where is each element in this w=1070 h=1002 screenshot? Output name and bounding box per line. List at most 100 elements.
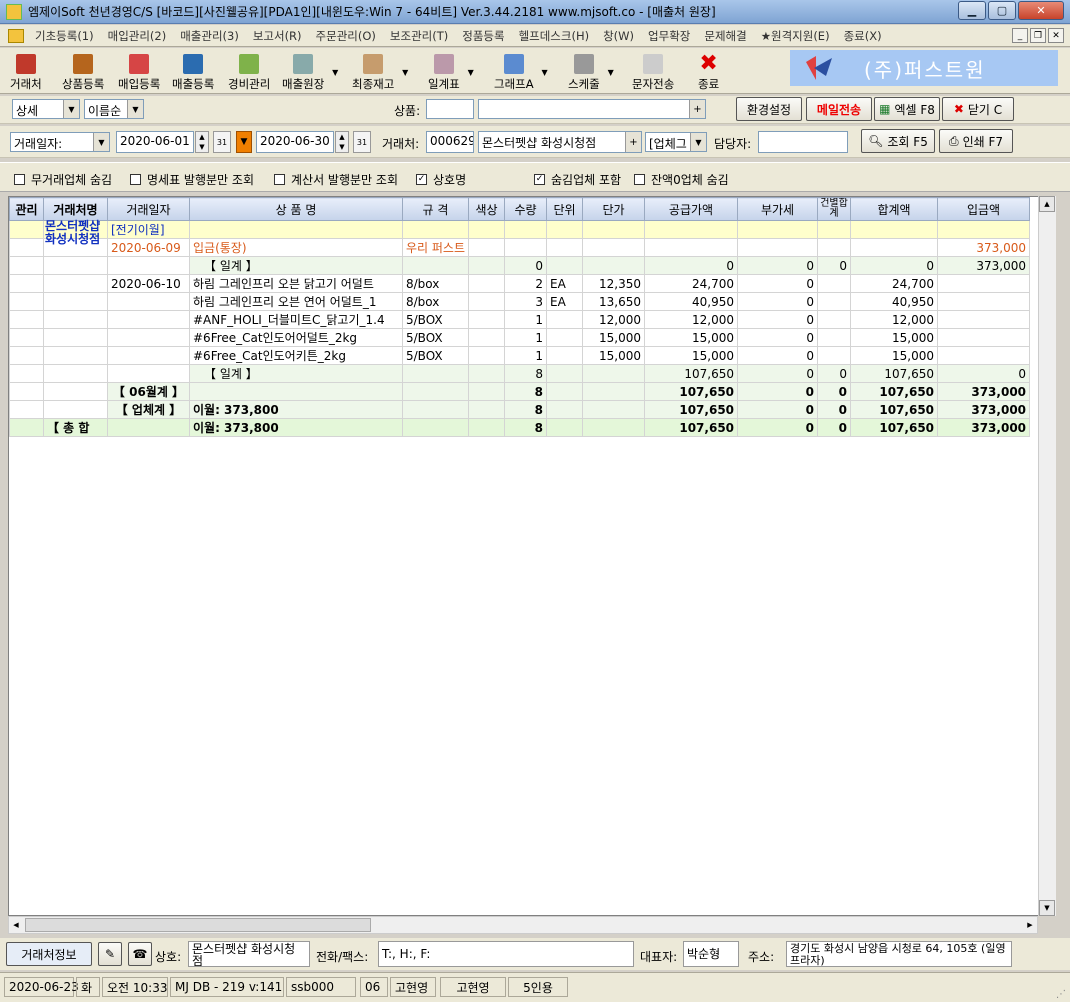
- client-group-select[interactable]: [업체그 ▼: [645, 132, 707, 152]
- phone-icon[interactable]: ☎: [128, 942, 152, 966]
- vertical-scrollbar[interactable]: ▲ ▼: [1038, 196, 1056, 916]
- mdi-close-button[interactable]: ✕: [1048, 28, 1064, 43]
- column-header[interactable]: 규 격: [401, 197, 470, 221]
- edit-client-icon[interactable]: ✎: [98, 942, 122, 966]
- table-row[interactable]: 2020-06-10 하림 그레인프리 오븐 닭고기 어덜트 8/box 2 EA 12,…: [9, 274, 1031, 293]
- column-header[interactable]: 부가세: [737, 197, 819, 221]
- company-name-checkbox[interactable]: ✓ 상호명: [416, 171, 466, 188]
- ledger-grid[interactable]: 관리 거래처명 거래일자 상 품 명규 격 색상 수량 단위 단가 공급가액 부가세 건별합계 합계액…: [8, 196, 1056, 916]
- toolbar-stock-button[interactable]: 최종재고 ▼: [352, 50, 408, 92]
- client-name-input[interactable]: 몬스터펫샵 화성시청점 +: [478, 131, 642, 153]
- calendar-icon[interactable]: 31: [213, 131, 231, 153]
- mdi-minimize-button[interactable]: _: [1012, 28, 1028, 43]
- date-to-spinner[interactable]: ▲ ▼: [335, 131, 349, 153]
- column-header[interactable]: 색상: [468, 197, 506, 221]
- table-row[interactable]: [전기이월]: [9, 220, 1031, 239]
- date-to-input[interactable]: 2020-06-30: [256, 131, 334, 153]
- scroll-thumb[interactable]: [25, 918, 371, 932]
- column-header[interactable]: 관리: [9, 197, 44, 221]
- table-row[interactable]: 【 06월계 】 8 107,650 0 0 107,650 373,000: [9, 382, 1031, 401]
- menu-item[interactable]: 문제해결: [697, 28, 753, 44]
- print-button[interactable]: ⎙ 인쇄 F7: [939, 129, 1013, 153]
- resize-grip-icon[interactable]: ⋰: [1056, 989, 1066, 1000]
- menu-item[interactable]: 주문관리(O): [309, 28, 383, 44]
- settings-button[interactable]: 환경설정: [736, 97, 802, 121]
- column-header[interactable]: 거래일자: [107, 197, 190, 221]
- menu-item[interactable]: 보고서(R): [246, 28, 309, 44]
- column-header[interactable]: 공급가액: [644, 197, 739, 221]
- search-button[interactable]: 🔍︎ 조회 F5: [861, 129, 935, 153]
- menu-item[interactable]: 업무확장: [641, 28, 697, 44]
- menu-item[interactable]: ★원격지원(E): [754, 28, 837, 44]
- toolbar-client-button[interactable]: 거래처: [10, 50, 42, 92]
- menu-item[interactable]: 종료(X): [837, 28, 889, 44]
- menu-item[interactable]: 창(W): [596, 28, 641, 44]
- menu-item[interactable]: 보조관리(T): [383, 28, 455, 44]
- mdi-restore-button[interactable]: ❐: [1030, 28, 1046, 43]
- table-row[interactable]: #ANF_HOLI_더블미트C_닭고기_1.4 5/BOX 1 12,000 12,00…: [9, 310, 1031, 329]
- product-code-input[interactable]: [426, 99, 474, 119]
- sort-select[interactable]: 이름순 ▼: [84, 99, 144, 119]
- menu-item[interactable]: 정품등록: [455, 28, 511, 44]
- table-row[interactable]: 【 일계 】 0 0 0 0 0 373,000: [9, 256, 1031, 275]
- date-from-input[interactable]: 2020-06-01: [116, 131, 194, 153]
- table-cell: [107, 256, 190, 275]
- client-code-input[interactable]: 000629: [426, 131, 474, 153]
- column-header[interactable]: 상 품 명: [189, 197, 403, 221]
- table-row[interactable]: 2020-06-09 입금(통장) 우리 퍼스트 373,000: [9, 238, 1031, 257]
- menu-item[interactable]: 헬프데스크(H): [512, 28, 597, 44]
- column-header[interactable]: 단가: [582, 197, 646, 221]
- close-button[interactable]: ✖ 닫기 C: [942, 97, 1014, 121]
- table-row[interactable]: 【 일계 】 8 107,650 0 0 107,650 0: [9, 364, 1031, 383]
- calendar-icon[interactable]: 31: [353, 131, 371, 153]
- table-row[interactable]: 【 업체계 】 이월: 373,800 8 107,650 0 0 107,650 373,0…: [9, 400, 1031, 419]
- client-info-tab[interactable]: 거래처정보: [6, 942, 92, 966]
- column-header[interactable]: 단위: [546, 197, 584, 221]
- maximize-button[interactable]: ▢: [988, 1, 1016, 20]
- minimize-button[interactable]: ▁: [958, 1, 986, 20]
- date-range-dropdown-icon[interactable]: ▼: [236, 131, 252, 153]
- toolbar-ledger-button[interactable]: 매출원장 ▼: [282, 50, 338, 92]
- toolbar-exit-button[interactable]: ✖ 종료: [698, 50, 719, 92]
- table-row[interactable]: 하림 그레인프리 오븐 연어 어덜트_1 8/box 3 EA 13,650 40,950…: [9, 292, 1031, 311]
- toolbar-product-button[interactable]: 상품등록: [62, 50, 104, 92]
- include-hidden-checkbox[interactable]: ✓ 숨김업체 포함: [534, 171, 621, 188]
- scroll-up-icon[interactable]: ▲: [1039, 196, 1055, 212]
- excel-button[interactable]: ▦ 엑셀 F8: [874, 97, 940, 121]
- menu-item[interactable]: 매입관리(2): [101, 28, 174, 44]
- date-from-spinner[interactable]: ▲ ▼: [195, 131, 209, 153]
- view-select[interactable]: 상세 ▼: [12, 99, 80, 119]
- scroll-down-icon[interactable]: ▼: [1039, 900, 1055, 916]
- scroll-left-icon[interactable]: ◀: [9, 917, 23, 933]
- table-row[interactable]: #6Free_Cat인도어어덜트_2kg 5/BOX 1 15,000 15,000 0 1…: [9, 328, 1031, 347]
- manager-input[interactable]: [758, 131, 848, 153]
- column-header[interactable]: 거래처명: [43, 197, 108, 221]
- scroll-right-icon[interactable]: ▶: [1023, 917, 1037, 933]
- product-name-input[interactable]: +: [478, 99, 706, 119]
- hide-zero-balance-checkbox[interactable]: 잔액0업체 숨김: [634, 171, 729, 188]
- close-window-button[interactable]: ✕: [1018, 1, 1064, 20]
- menu-item[interactable]: 기초등록(1): [28, 28, 101, 44]
- table-cell: 0: [850, 256, 939, 275]
- statement-only-checkbox[interactable]: 명세표 발행분만 조회: [130, 171, 254, 188]
- column-header[interactable]: 건별합계: [817, 197, 852, 221]
- email-send-button[interactable]: 메일전송: [806, 97, 872, 121]
- toolbar-purchase-button[interactable]: 매입등록: [118, 50, 160, 92]
- toolbar-graph-button[interactable]: 그래프A ▼: [494, 50, 548, 92]
- toolbar-schedule-button[interactable]: 스케줄 ▼: [568, 50, 614, 92]
- toolbar-daily-button[interactable]: 일계표 ▼: [428, 50, 474, 92]
- table-row[interactable]: 【 총 합 이월: 373,800 8 107,650 0 0 107,650 373,000: [9, 418, 1031, 437]
- menu-item[interactable]: 매출관리(3): [173, 28, 246, 44]
- hide-no-trade-checkbox[interactable]: 무거래업체 숨김: [14, 171, 112, 188]
- table-row[interactable]: #6Free_Cat인도어키튼_2kg 5/BOX 1 15,000 15,000 0 15…: [9, 346, 1031, 365]
- date-type-select[interactable]: 거래일자: ▼: [10, 132, 110, 152]
- column-header[interactable]: 입금액: [937, 197, 1031, 221]
- toolbar-sms-button[interactable]: 문자전송: [632, 50, 674, 92]
- column-header[interactable]: 수량: [504, 197, 548, 221]
- toolbar-expense-button[interactable]: 경비관리: [228, 50, 270, 92]
- invoice-only-checkbox[interactable]: 계산서 발행분만 조회: [274, 171, 398, 188]
- horizontal-scrollbar[interactable]: ◀ ▶: [8, 916, 1038, 934]
- toolbar-sales-button[interactable]: 매출등록: [172, 50, 214, 92]
- column-header[interactable]: 합계액: [850, 197, 939, 221]
- company-field: 몬스터펫샵 화성시청점: [188, 941, 310, 967]
